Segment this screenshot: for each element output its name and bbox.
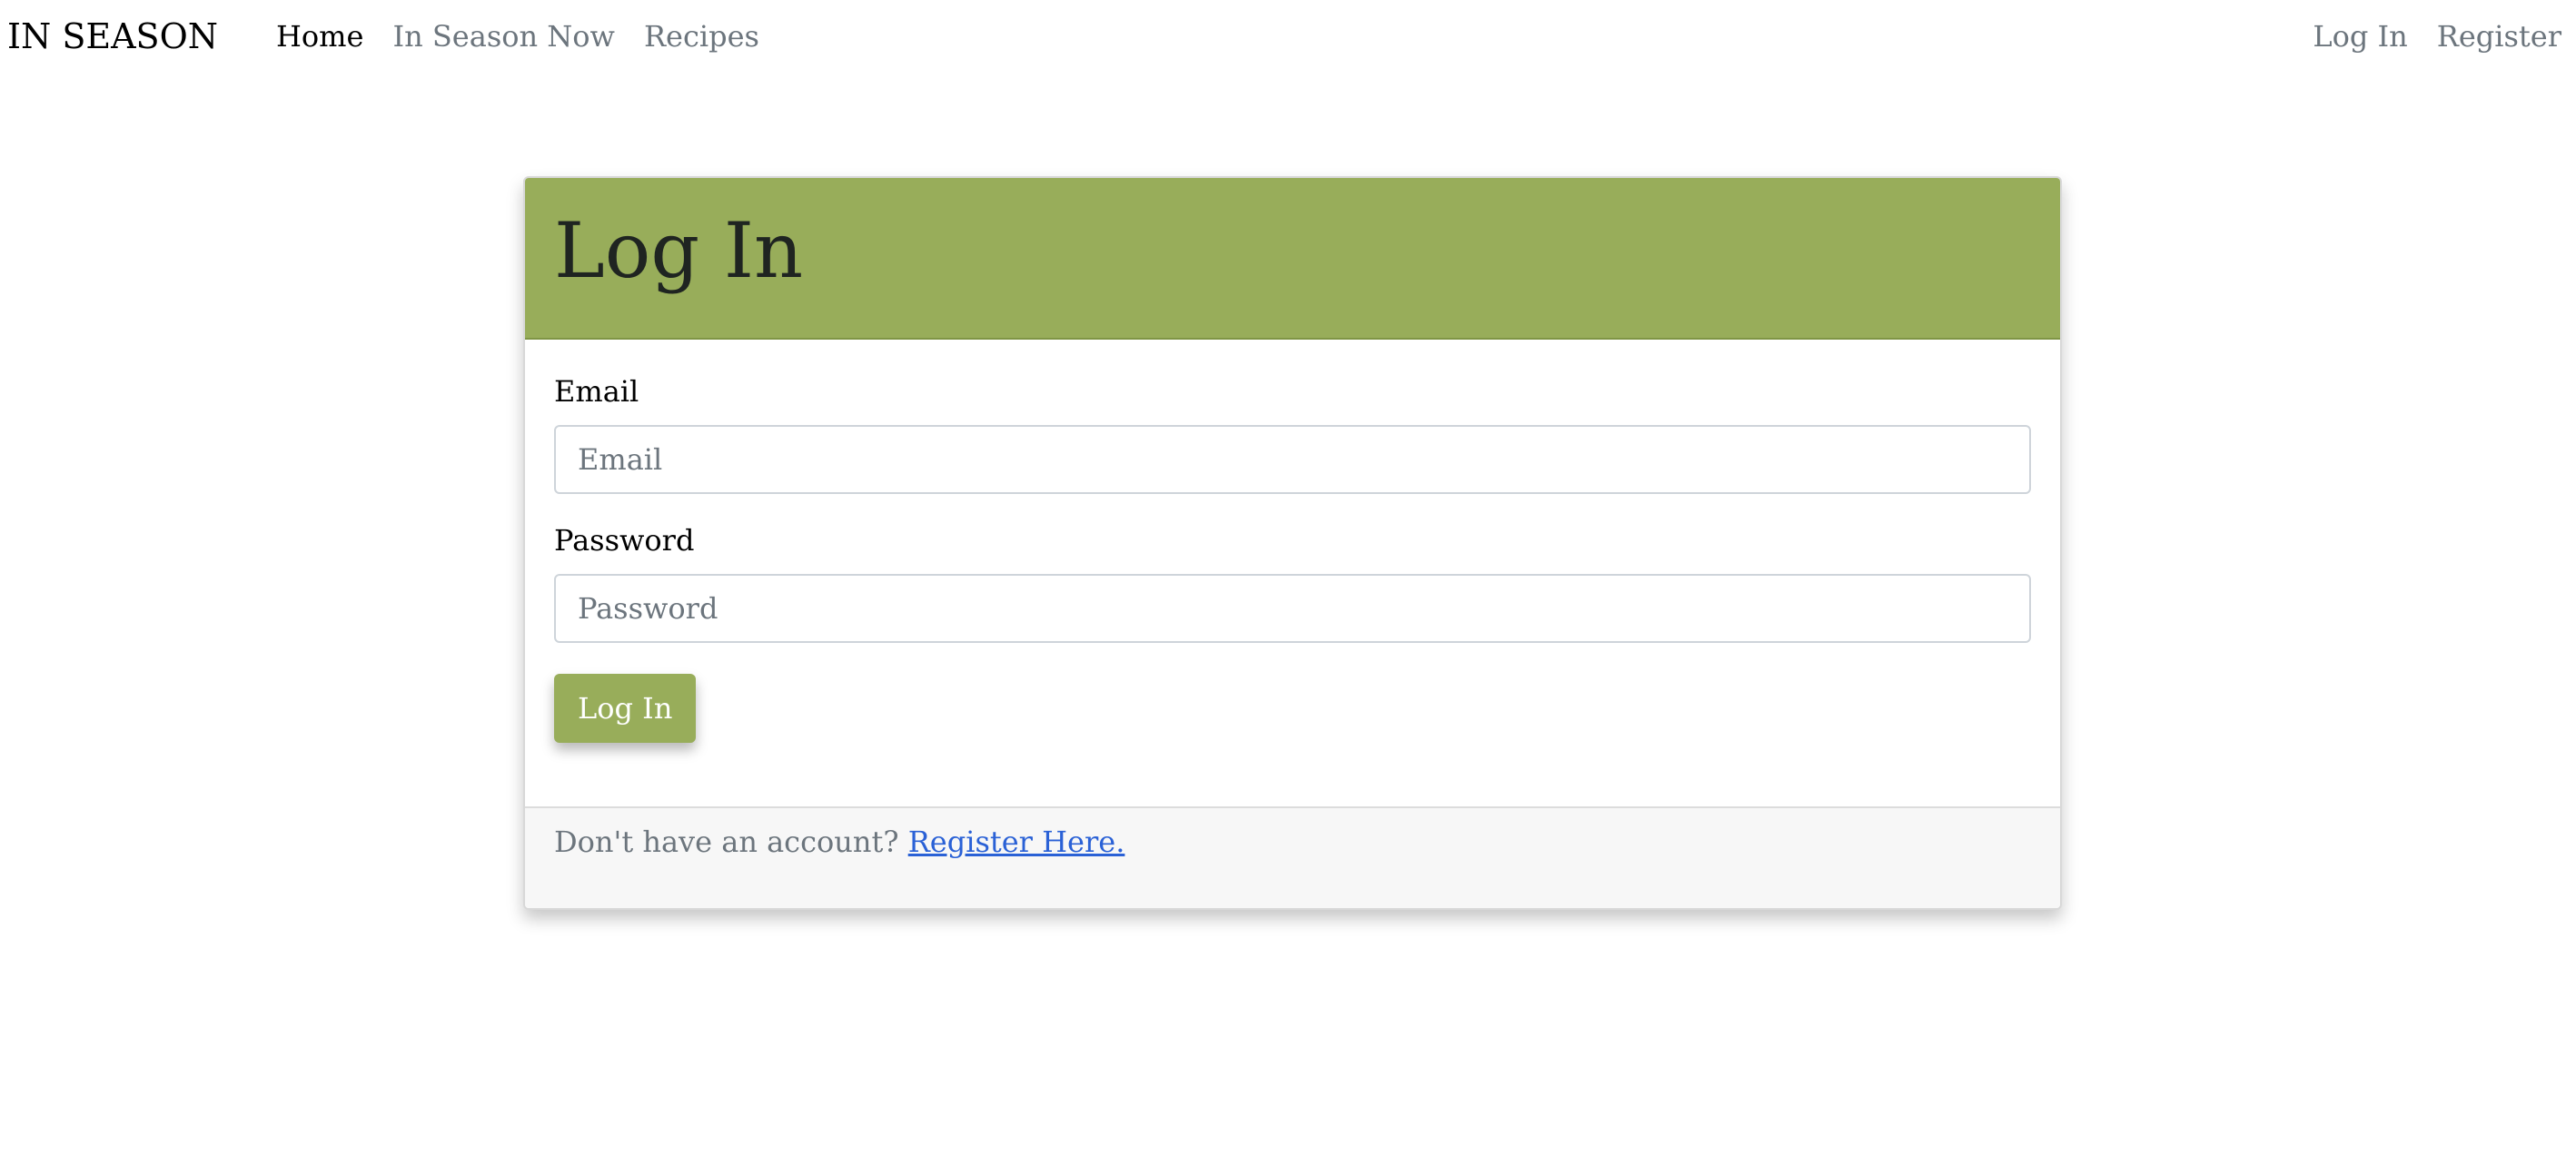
email-label: Email [554,374,639,409]
nav-link-home[interactable]: Home [262,19,378,54]
password-form-group: Password [554,523,2031,643]
nav-link-register[interactable]: Register [2422,19,2569,54]
register-here-link[interactable]: Register Here. [908,825,1125,859]
nav-link-in-season-now[interactable]: In Season Now [378,19,629,54]
top-navbar: IN SEASON Home In Season Now Recipes Log… [0,0,2576,73]
page-title: Log In [554,206,804,295]
navbar-left: IN SEASON Home In Season Now Recipes [7,16,774,56]
login-form: Email Password Log In [525,340,2060,806]
email-form-group: Email [554,374,2031,494]
nav-link-recipes[interactable]: Recipes [629,19,774,54]
password-label: Password [554,523,695,558]
brand-logo-link[interactable]: IN SEASON [7,16,218,56]
password-field[interactable] [554,574,2031,643]
navbar-right: Log In Register [2298,19,2569,54]
nav-link-log-in[interactable]: Log In [2298,19,2422,54]
login-card-header: Log In [525,178,2060,340]
email-field[interactable] [554,425,2031,494]
login-card-footer: Don't have an account? Register Here. [525,806,2060,908]
login-card: Log In Email Password Log In Don't have … [523,176,2062,910]
log-in-button[interactable]: Log In [554,674,697,743]
register-prompt-text: Don't have an account? [554,825,908,859]
